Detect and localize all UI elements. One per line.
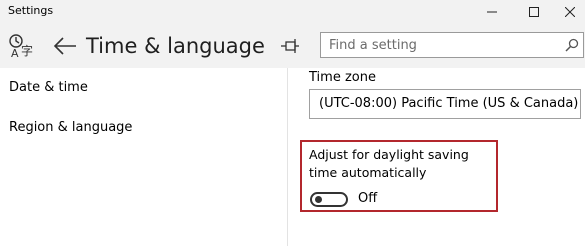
- pin-icon[interactable]: [280, 37, 300, 55]
- daylight-saving-toggle[interactable]: [310, 192, 348, 207]
- page-title: Time & language: [86, 34, 265, 58]
- time-language-icon: A 字: [9, 34, 33, 59]
- title-bar: Settings: [0, 0, 585, 24]
- back-arrow-icon[interactable]: [52, 35, 78, 57]
- minimize-icon: [487, 11, 497, 13]
- time-zone-dropdown[interactable]: (UTC-08:00) Pacific Time (US & Canada): [309, 89, 581, 119]
- close-icon: [565, 7, 575, 17]
- time-zone-label: Time zone: [309, 70, 376, 85]
- search-box[interactable]: [320, 32, 584, 58]
- maximize-icon: [529, 7, 539, 17]
- svg-text:A: A: [11, 47, 19, 59]
- page-header: A 字 Time & language: [0, 24, 585, 68]
- pane-divider: [287, 68, 288, 246]
- daylight-saving-label: Adjust for daylight saving time automati…: [309, 147, 469, 180]
- search-icon[interactable]: [565, 38, 579, 52]
- window-title: Settings: [8, 4, 54, 17]
- maximize-button[interactable]: [514, 0, 554, 24]
- toggle-state-label: Off: [358, 191, 378, 206]
- sidebar-item-region-language[interactable]: Region & language: [9, 120, 132, 135]
- svg-text:字: 字: [21, 43, 33, 58]
- search-input[interactable]: [321, 33, 559, 57]
- minimize-button[interactable]: [472, 0, 512, 24]
- sidebar-item-date-time[interactable]: Date & time: [9, 80, 88, 95]
- close-button[interactable]: [550, 0, 585, 24]
- toggle-knob: [315, 196, 322, 203]
